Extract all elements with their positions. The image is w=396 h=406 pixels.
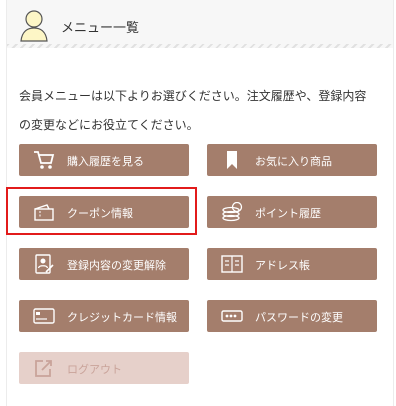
intro-text: 会員メニューは以下よりお選びください。注文履歴や、登録内容 の変更などにお役立て…	[19, 82, 385, 140]
favorites-label: お気に入り商品	[255, 155, 332, 168]
address-book-button[interactable]: アドレス帳	[207, 248, 377, 280]
page-title: メニュー一覧	[61, 21, 140, 36]
password-button[interactable]: パスワードの変更	[207, 300, 377, 332]
order-history-label: 購入履歴を見る	[67, 155, 144, 168]
bookmark-icon	[227, 151, 237, 169]
user-icon	[20, 10, 48, 42]
logout-label: ログアウト	[67, 363, 122, 376]
order-history-button[interactable]: 購入履歴を見る	[19, 144, 189, 176]
header-divider	[7, 44, 393, 48]
address-book-label: アドレス帳	[255, 259, 310, 272]
panel-header: メニュー一覧	[7, 0, 393, 48]
credit-card-icon	[33, 308, 55, 324]
intro-line-1: 会員メニューは以下よりお選びください。注文履歴や、登録内容	[19, 89, 367, 103]
password-icon	[221, 310, 243, 322]
points-button[interactable]: ポイント履歴	[207, 196, 377, 228]
address-book-icon	[221, 255, 243, 273]
favorites-button[interactable]: お気に入り商品	[207, 144, 377, 176]
cart-icon	[34, 151, 55, 169]
coupon-highlight-box	[6, 187, 197, 235]
logout-button[interactable]: ログアウト	[19, 352, 189, 384]
coins-icon	[222, 202, 243, 222]
password-label: パスワードの変更	[255, 311, 343, 324]
profile-edit-icon	[35, 254, 54, 274]
intro-line-2: の変更などにお役立てください。	[19, 118, 199, 132]
credit-card-label: クレジットカード情報	[67, 311, 177, 324]
credit-card-button[interactable]: クレジットカード情報	[19, 300, 189, 332]
logout-icon	[35, 360, 52, 377]
points-label: ポイント履歴	[255, 207, 321, 220]
account-change-button[interactable]: 登録内容の変更解除	[19, 248, 189, 280]
account-change-label: 登録内容の変更解除	[67, 259, 166, 272]
